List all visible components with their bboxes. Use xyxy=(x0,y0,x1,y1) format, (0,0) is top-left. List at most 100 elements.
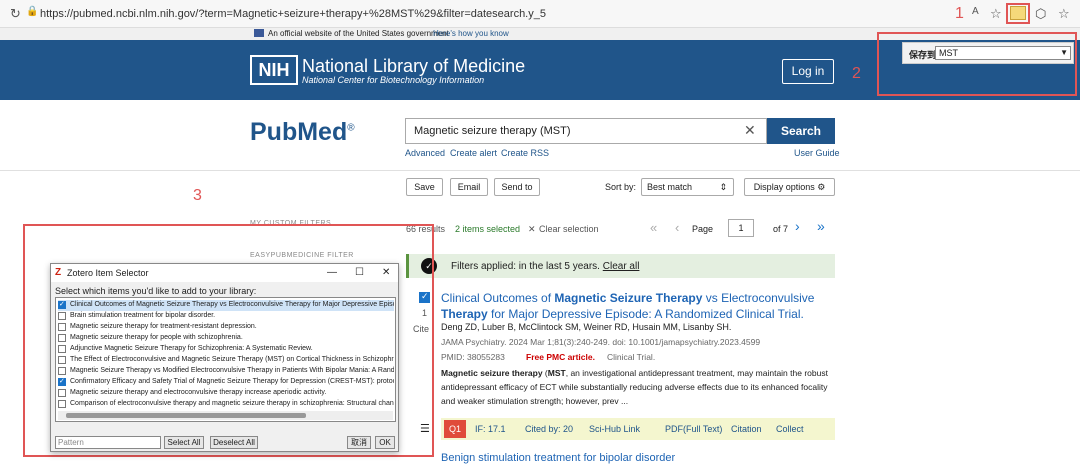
divider xyxy=(0,170,1080,171)
next-page-icon[interactable]: › xyxy=(795,218,800,234)
snippet-highlight: Magnetic seizure therapy xyxy=(441,368,543,378)
pubmed-logo[interactable]: PubMed® xyxy=(250,118,355,147)
page-label: Page xyxy=(692,224,714,234)
item-checkbox[interactable] xyxy=(58,334,66,342)
item-label: Magnetic seizure therapy for treatment-r… xyxy=(70,323,257,330)
nih-title[interactable]: National Library of Medicine xyxy=(302,56,525,77)
list-item[interactable]: Magnetic seizure therapy for people with… xyxy=(58,333,394,344)
item-label: The Effect of Electroconvulsive and Magn… xyxy=(70,356,394,363)
gov-banner-link[interactable]: Here's how you know xyxy=(433,29,509,38)
email-button[interactable]: Email xyxy=(450,178,488,196)
collect-link[interactable]: Collect xyxy=(776,424,804,434)
sort-select[interactable]: Best match ⇕ xyxy=(641,178,734,196)
horizontal-scrollbar[interactable] xyxy=(58,411,393,420)
sort-by-label: Sort by: xyxy=(605,182,637,192)
next-article-title[interactable]: Benign stimulation treatment for bipolar… xyxy=(441,452,675,464)
list-item[interactable]: Magnetic seizure therapy for treatment-r… xyxy=(58,322,394,333)
favorites-icon[interactable]: ☆ xyxy=(1058,6,1070,22)
item-checkbox[interactable] xyxy=(58,356,66,364)
item-checkbox[interactable] xyxy=(58,367,66,375)
pdf-link[interactable]: PDF(Full Text) xyxy=(665,424,722,434)
items-selected: 2 items selected xyxy=(455,224,521,234)
list-item[interactable]: Clinical Outcomes of Magnetic Seizure Th… xyxy=(58,300,394,311)
gov-banner-text: An official website of the United States… xyxy=(268,29,449,38)
title-part: vs Electroconvulsive xyxy=(702,291,815,305)
article-authors: Deng ZD, Luber B, McClintock SM, Weiner … xyxy=(441,322,732,332)
address-bar[interactable]: https://pubmed.ncbi.nlm.nih.gov/?term=Ma… xyxy=(40,8,546,20)
list-item[interactable]: Adjunctive Magnetic Seizure Therapy for … xyxy=(58,344,394,355)
clear-all-link[interactable]: Clear all xyxy=(603,261,640,272)
logo-med: Med xyxy=(297,118,348,146)
clear-selection-link[interactable]: Clear selection xyxy=(539,224,599,234)
article-journal: JAMA Psychiatry. 2024 Mar 1;81(3):240-24… xyxy=(441,337,761,347)
browser-toolbar: ↻ 🔒 https://pubmed.ncbi.nlm.nih.gov/?ter… xyxy=(0,0,1080,28)
login-button[interactable]: Log in xyxy=(782,59,834,84)
extensions-icon[interactable]: ⬡ xyxy=(1035,6,1046,22)
item-checkbox[interactable] xyxy=(58,400,66,408)
scihub-link[interactable]: Sci-Hub Link xyxy=(589,424,640,434)
sort-arrows-icon: ⇕ xyxy=(719,182,727,192)
list-item[interactable]: Confirmatory Efficacy and Safety Trial o… xyxy=(58,377,394,388)
display-options-button[interactable]: Display options ⚙ xyxy=(744,178,835,196)
save-button[interactable]: Save xyxy=(406,178,443,196)
deselect-all-button[interactable]: Deselect All xyxy=(210,436,258,449)
ok-button[interactable]: OK xyxy=(375,436,395,449)
create-alert-link[interactable]: Create alert xyxy=(450,148,497,158)
first-page-icon[interactable]: « xyxy=(650,220,657,235)
item-label: Comparison of electroconvulsive therapy … xyxy=(70,400,394,407)
translate-icon[interactable]: A xyxy=(972,6,979,17)
article-snippet: Magnetic seizure therapy (MST, an invest… xyxy=(441,368,828,406)
list-item[interactable]: Comparison of electroconvulsive therapy … xyxy=(58,399,394,410)
nih-logo[interactable]: NIH xyxy=(250,55,298,85)
reload-icon[interactable]: ↻ xyxy=(10,6,21,22)
citation-link[interactable]: Citation xyxy=(731,424,762,434)
scrollbar-thumb[interactable] xyxy=(66,413,306,418)
send-to-button[interactable]: Send to xyxy=(494,178,540,196)
gear-icon: ⚙ xyxy=(817,182,826,192)
item-checkbox[interactable] xyxy=(58,300,66,309)
title-part: Clinical Outcomes of xyxy=(441,291,555,305)
title-part: for Major Depressive Episode: A Randomiz… xyxy=(487,307,804,321)
title-highlight: Magnetic Seizure Therapy xyxy=(554,291,703,305)
search-input[interactable]: Magnetic seizure therapy (MST) xyxy=(405,118,767,144)
article-type: Clinical Trial. xyxy=(607,352,656,362)
cited-by[interactable]: Cited by: 20 xyxy=(525,424,573,434)
dialog-titlebar[interactable]: Z Zotero Item Selector — ☐ ✕ xyxy=(51,264,398,282)
maximize-icon[interactable]: ☐ xyxy=(355,267,364,278)
list-item[interactable]: Magnetic seizure therapy and electroconv… xyxy=(58,388,394,399)
list-item[interactable]: Brain stimulation treatment for bipolar … xyxy=(58,311,394,322)
minimize-icon[interactable]: — xyxy=(327,267,337,278)
list-item[interactable]: Magnetic Seizure Therapy vs Modified Ele… xyxy=(58,366,394,377)
item-checkbox[interactable] xyxy=(58,345,66,353)
item-checkbox[interactable] xyxy=(58,389,66,397)
zotero-icon: Z xyxy=(55,267,62,278)
select-all-button[interactable]: Select All xyxy=(164,436,204,449)
prev-page-icon[interactable]: ‹ xyxy=(675,220,679,235)
item-list[interactable]: Clinical Outcomes of Magnetic Seizure Th… xyxy=(55,297,396,422)
close-icon[interactable]: ✕ xyxy=(382,267,390,278)
close-icon[interactable]: ✕ xyxy=(528,224,536,235)
annotation-number-2: 2 xyxy=(852,65,861,82)
close-icon[interactable]: ✕ xyxy=(744,122,756,139)
last-page-icon[interactable]: » xyxy=(817,218,825,234)
cancel-button[interactable]: 取消 xyxy=(347,436,371,449)
article-title-link[interactable]: Clinical Outcomes of Magnetic Seizure Th… xyxy=(441,290,841,322)
list-item[interactable]: The Effect of Electroconvulsive and Magn… xyxy=(58,355,394,366)
create-rss-link[interactable]: Create RSS xyxy=(501,148,549,158)
item-checkbox[interactable] xyxy=(58,377,66,386)
logo-reg: ® xyxy=(347,122,355,134)
page-input[interactable]: 1 xyxy=(728,219,754,237)
advanced-link[interactable]: Advanced xyxy=(405,148,445,158)
zotero-item-selector-dialog: Z Zotero Item Selector — ☐ ✕ Select whic… xyxy=(50,263,399,452)
page-total: of 7 xyxy=(773,224,789,234)
item-label: Clinical Outcomes of Magnetic Seizure Th… xyxy=(70,301,394,308)
user-guide-link[interactable]: User Guide xyxy=(794,148,840,158)
title-highlight: Therapy xyxy=(441,307,488,321)
item-checkbox[interactable] xyxy=(58,323,66,331)
favorite-star-icon[interactable]: ☆ xyxy=(990,6,1002,22)
pattern-input[interactable]: Pattern xyxy=(55,436,161,449)
search-button[interactable]: Search xyxy=(767,118,835,144)
lock-icon[interactable]: 🔒 xyxy=(26,6,38,17)
item-checkbox[interactable] xyxy=(58,312,66,320)
display-options-label: Display options xyxy=(753,182,815,192)
